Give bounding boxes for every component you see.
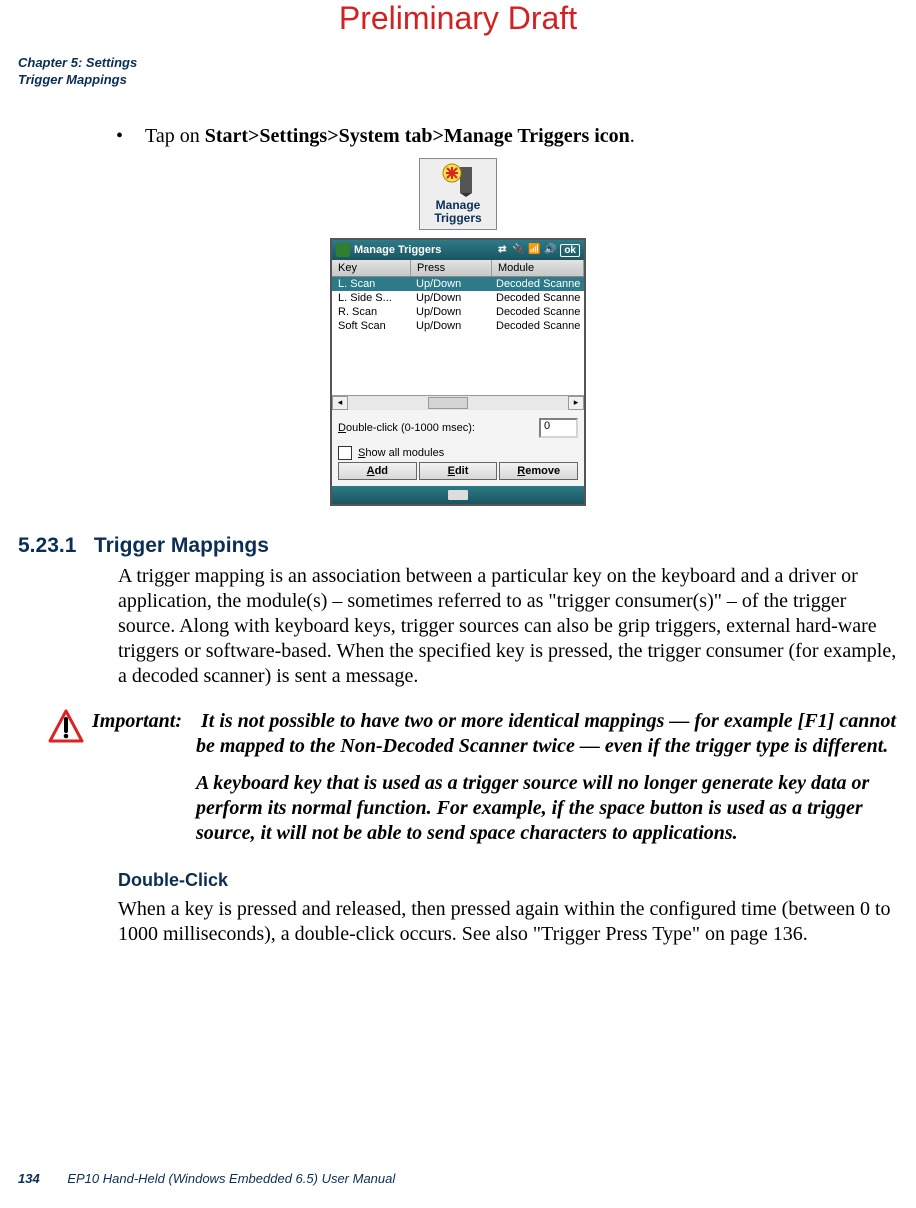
table-row[interactable]: L. Scan Up/Down Decoded Scanne bbox=[332, 277, 584, 291]
section-heading: 5.23.1 Trigger Mappings bbox=[18, 534, 898, 558]
cell: R. Scan bbox=[332, 305, 410, 319]
col-key[interactable]: Key bbox=[332, 260, 411, 276]
shortcut-label: Manage Triggers bbox=[426, 199, 490, 225]
preliminary-draft: Preliminary Draft bbox=[18, 0, 898, 37]
sub-heading: Double-Click bbox=[118, 870, 898, 891]
cell: Soft Scan bbox=[332, 319, 410, 333]
manage-triggers-icon bbox=[438, 163, 478, 197]
cell: L. Side S... bbox=[332, 291, 410, 305]
show-all-option[interactable]: Show all modules bbox=[338, 446, 578, 460]
signal-icon: 📶 bbox=[528, 244, 540, 256]
titlebar: Manage Triggers ⇄ 🔌 📶 🔊 ok bbox=[332, 240, 584, 260]
scroll-left-icon[interactable]: ◂ bbox=[332, 396, 348, 410]
remove-button[interactable]: Remove bbox=[499, 462, 578, 480]
table-header: Key Press Module bbox=[332, 260, 584, 277]
table-row[interactable]: Soft Scan Up/Down Decoded Scanne bbox=[332, 319, 584, 333]
col-module[interactable]: Module bbox=[492, 260, 584, 276]
manage-triggers-window: Manage Triggers ⇄ 🔌 📶 🔊 ok Key Press Mod… bbox=[330, 238, 586, 506]
important-p2: A keyboard key that is used as a trigger… bbox=[92, 771, 898, 846]
horizontal-scrollbar[interactable]: ◂ ▸ bbox=[332, 395, 584, 410]
footer-text: EP10 Hand-Held (Windows Embedded 6.5) Us… bbox=[67, 1171, 395, 1186]
cell: Up/Down bbox=[410, 277, 490, 291]
manage-triggers-shortcut[interactable]: Manage Triggers bbox=[419, 158, 497, 230]
important-label: Important: bbox=[92, 709, 196, 734]
cell: Up/Down bbox=[410, 291, 490, 305]
speaker-icon: 🔊 bbox=[544, 244, 556, 256]
paragraph: A trigger mapping is an association betw… bbox=[118, 564, 898, 689]
double-click-option: Double-click (0-1000 msec): 0 bbox=[338, 418, 578, 438]
important-icon bbox=[48, 709, 84, 846]
table-body: L. Scan Up/Down Decoded Scanne L. Side S… bbox=[332, 277, 584, 395]
chapter-sub: Trigger Mappings bbox=[18, 72, 898, 89]
sync-icon: ⇄ bbox=[496, 244, 508, 256]
col-press[interactable]: Press bbox=[411, 260, 492, 276]
plug-icon: 🔌 bbox=[512, 244, 524, 256]
cell: Decoded Scanne bbox=[490, 291, 584, 305]
double-click-input[interactable]: 0 bbox=[539, 418, 578, 438]
sip-bar[interactable] bbox=[332, 486, 584, 504]
keyboard-icon[interactable] bbox=[448, 490, 468, 500]
window-title: Manage Triggers bbox=[354, 244, 441, 256]
paragraph: When a key is pressed and released, then… bbox=[118, 897, 898, 947]
scroll-track[interactable] bbox=[348, 397, 568, 409]
start-icon[interactable] bbox=[336, 243, 350, 257]
show-all-checkbox[interactable] bbox=[338, 446, 352, 460]
important-p1: It is not possible to have two or more i… bbox=[196, 710, 896, 757]
table-row[interactable]: R. Scan Up/Down Decoded Scanne bbox=[332, 305, 584, 319]
cell: Decoded Scanne bbox=[490, 319, 584, 333]
footer: 134 EP10 Hand-Held (Windows Embedded 6.5… bbox=[18, 1171, 395, 1186]
scroll-right-icon[interactable]: ▸ bbox=[568, 396, 584, 410]
add-button[interactable]: Add bbox=[338, 462, 417, 480]
cell: Up/Down bbox=[410, 305, 490, 319]
section-title: Trigger Mappings bbox=[94, 534, 269, 557]
show-all-label: Show all modules bbox=[358, 447, 444, 459]
double-click-label: Double-click (0-1000 msec): bbox=[338, 422, 475, 434]
edit-button[interactable]: Edit bbox=[419, 462, 498, 480]
chapter-label: Chapter 5: Settings bbox=[18, 55, 898, 72]
page-number: 134 bbox=[18, 1171, 40, 1186]
scroll-thumb[interactable] bbox=[428, 397, 468, 409]
section-number: 5.23.1 bbox=[18, 534, 76, 557]
cell: Decoded Scanne bbox=[490, 277, 584, 291]
bullet-suffix: . bbox=[630, 125, 635, 147]
bullet-prefix: Tap on bbox=[145, 125, 205, 147]
ok-button[interactable]: ok bbox=[560, 244, 580, 257]
cell: Up/Down bbox=[410, 319, 490, 333]
bullet-path: Start>Settings>System tab>Manage Trigger… bbox=[205, 125, 630, 147]
cell: Decoded Scanne bbox=[490, 305, 584, 319]
table-row[interactable]: L. Side S... Up/Down Decoded Scanne bbox=[332, 291, 584, 305]
instruction-bullet: Tap on Start>Settings>System tab>Manage … bbox=[116, 125, 898, 148]
cell: L. Scan bbox=[332, 277, 410, 291]
